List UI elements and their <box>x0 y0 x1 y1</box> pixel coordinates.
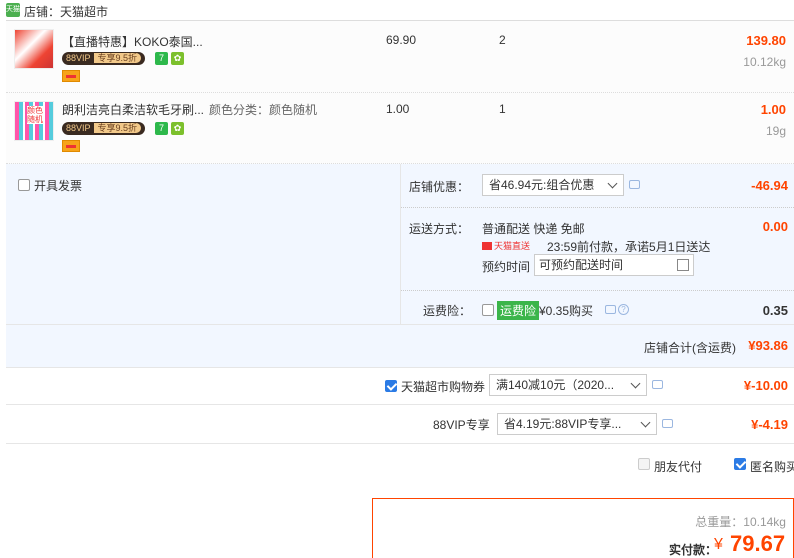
anonymous-label: 匿名购买 <box>750 460 794 474</box>
quantity: 1 <box>499 102 506 116</box>
insurance-label: 运费险： <box>423 304 472 318</box>
vip-label: 88VIP专享 <box>433 418 490 432</box>
pay-label: 实付款： <box>669 543 718 557</box>
shop-discount-label: 店铺优惠： <box>409 180 470 194</box>
item-subtotal: 139.80 <box>746 33 786 48</box>
message-icon[interactable] <box>605 305 616 314</box>
seven-day-return-icon[interactable]: 7 <box>155 122 168 135</box>
help-icon[interactable]: ? <box>618 304 629 315</box>
calendar-icon[interactable] <box>677 259 689 271</box>
coupon-amount: ¥-10.00 <box>743 378 788 393</box>
seven-day-return-icon[interactable]: 7 <box>155 52 168 65</box>
insurance-tag: 运费险 <box>497 301 540 320</box>
product-thumbnail[interactable] <box>14 29 54 69</box>
invoice-label: 开具发票 <box>34 179 83 193</box>
vip-amount: ¥-4.19 <box>751 417 788 432</box>
message-icon[interactable] <box>652 380 663 389</box>
divider <box>6 367 794 368</box>
unit-price: 69.90 <box>386 33 417 47</box>
credit-card-icon[interactable] <box>62 140 80 152</box>
unit-price: 1.00 <box>386 102 410 116</box>
currency-symbol: ¥ <box>714 536 723 553</box>
vip-discount-badge: 88VIP 专享9.5折 <box>62 52 146 65</box>
divider <box>401 207 794 208</box>
schedule-label: 预约时间 <box>482 260 531 274</box>
quantity: 2 <box>499 33 506 47</box>
pay-amount: 79.67 <box>730 531 786 556</box>
message-icon[interactable] <box>629 180 640 189</box>
coupon-checkbox[interactable] <box>385 380 397 392</box>
friend-pay-checkbox[interactable] <box>638 458 650 470</box>
shop-discount-select[interactable]: 省46.94元:组合优惠 <box>482 174 624 196</box>
item-subtotal: 1.00 <box>760 102 786 117</box>
shop-name: 店铺：天猫超市 <box>24 5 109 19</box>
divider <box>6 324 794 325</box>
item-weight: 10.12kg <box>743 55 786 69</box>
tmall-shop-icon: 天猫 <box>6 3 20 17</box>
shop-discount-amount: -46.94 <box>751 178 788 193</box>
divider <box>401 290 794 291</box>
product-title-link[interactable]: 朗利洁亮白柔洁软毛牙刷... <box>62 101 204 118</box>
invoice-checkbox[interactable] <box>18 179 30 191</box>
coupon-select[interactable]: 满140减10元（2020... <box>489 374 647 396</box>
coupon-label: 天猫超市购物券 <box>401 380 486 394</box>
divider <box>6 443 794 444</box>
delivery-method: 普通配送 快递 免邮 <box>482 222 585 236</box>
item-weight: 19g <box>765 124 786 138</box>
vip-discount-badge: 88VIP 专享9.5折 <box>62 122 146 135</box>
insurance-price: ¥0.35购买 <box>539 304 594 318</box>
delivery-amount: 0.00 <box>762 219 788 234</box>
credit-card-icon[interactable] <box>62 70 80 82</box>
shop-total-amount: ¥93.86 <box>748 338 788 353</box>
cart-item-row: 颜色随机 朗利洁亮白柔洁软毛牙刷... 颜色分类：颜色随机 88VIP 专享9.5… <box>6 93 794 164</box>
product-thumbnail[interactable]: 颜色随机 <box>14 101 54 141</box>
shop-total-label: 店铺合计(含运费) <box>644 341 736 355</box>
gross-weight: 总重量：10.14kg <box>695 515 786 529</box>
divider <box>6 404 794 405</box>
anonymous-checkbox[interactable] <box>734 458 746 470</box>
guarantee-icon[interactable]: ✿ <box>171 122 184 135</box>
vip-select[interactable]: 省4.19元:88VIP专享... <box>497 413 657 435</box>
product-title-link[interactable]: 【直播特惠】KOKO泰国... <box>62 33 203 50</box>
friend-pay-label: 朋友代付 <box>654 460 703 474</box>
delivery-promise: 23:59前付款，承诺5月1日送达 <box>547 240 711 254</box>
product-sku: 颜色分类：颜色随机 <box>209 103 318 117</box>
schedule-time-input[interactable]: 可预约配送时间 <box>534 254 694 276</box>
schedule-time-placeholder: 可预约配送时间 <box>539 258 624 272</box>
guarantee-icon[interactable]: ✿ <box>171 52 184 65</box>
tmall-direct-tag: 天猫直送 <box>482 240 538 252</box>
cart-item-row: 【直播特惠】KOKO泰国... 88VIP 专享9.5折 7 ✿ 69.90 2 … <box>6 20 794 93</box>
delivery-label: 运送方式： <box>409 222 470 236</box>
insurance-amount: 0.35 <box>762 303 788 318</box>
insurance-checkbox[interactable] <box>482 304 494 316</box>
message-icon[interactable] <box>662 419 673 428</box>
